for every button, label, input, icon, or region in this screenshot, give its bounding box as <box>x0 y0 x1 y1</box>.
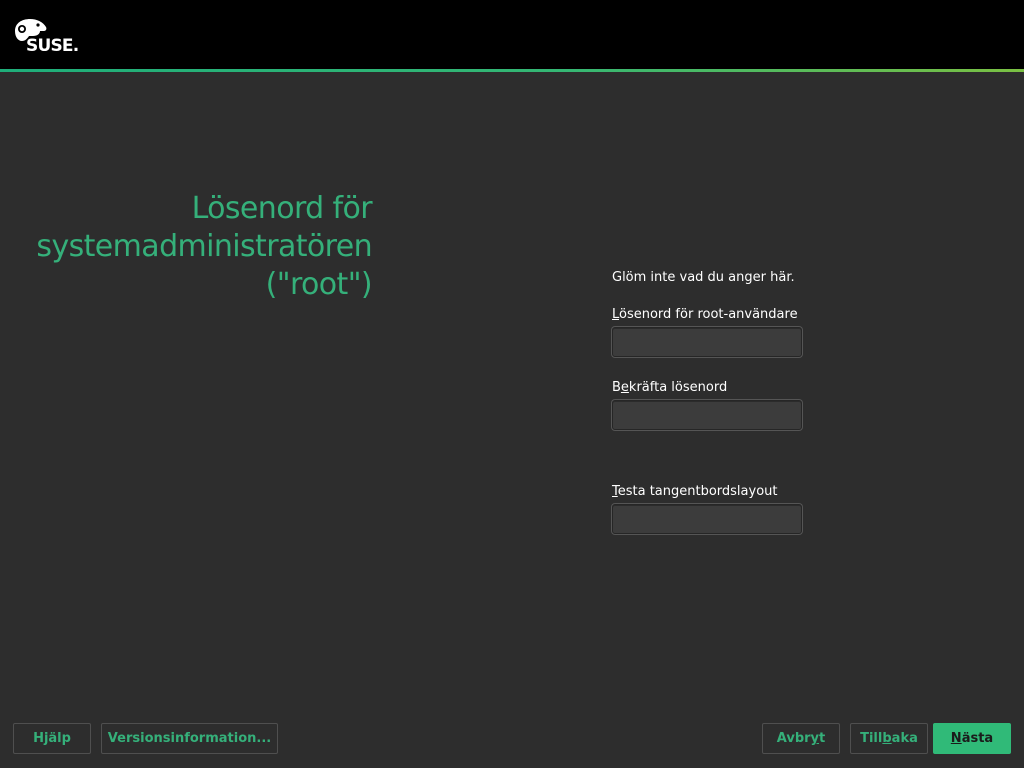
keyboard-test-label: Testa tangentbordslayout <box>612 484 778 499</box>
header-bar: SUSE. <box>0 0 1024 69</box>
next-label-mnemonic: N <box>950 731 962 746</box>
release-notes-button[interactable]: Versionsinformation... <box>101 723 278 754</box>
suse-logo: SUSE. <box>15 19 79 56</box>
abort-button[interactable]: Avbr y t <box>762 723 840 754</box>
back-label-mnemonic: b <box>882 731 892 746</box>
back-label-pre: Till <box>860 731 883 746</box>
password-label: Lösenord för root-användare <box>612 307 798 322</box>
back-button[interactable]: Till b aka <box>850 723 928 754</box>
info-text: Glöm inte vad du anger här. <box>612 270 795 285</box>
header-accent-line <box>0 69 1024 72</box>
next-label-post: ästa <box>961 731 994 746</box>
password-label-mnemonic: L <box>612 307 620 322</box>
password-input[interactable] <box>612 327 802 357</box>
confirm-password-label: Bekräfta lösenord <box>612 380 727 395</box>
logo-wordmark: SUSE. <box>26 36 78 56</box>
back-label-post: aka <box>891 731 918 746</box>
confirm-label-prefix: B <box>612 380 621 395</box>
page-title: Lösenord för systemadministratören ("roo… <box>36 191 372 302</box>
abort-label-mnemonic: y <box>810 731 820 746</box>
next-button[interactable]: Nästa <box>933 723 1011 754</box>
password-label-text: ösenord för root-användare <box>619 307 798 322</box>
help-button[interactable]: Hjälp <box>13 723 91 754</box>
abort-label-pre: Avbr <box>776 731 811 746</box>
keyboard-test-input[interactable] <box>612 504 802 534</box>
confirm-label-mnemonic: e <box>620 380 629 395</box>
abort-label-post: t <box>819 731 826 746</box>
confirm-label-text: kräfta lösenord <box>628 380 728 395</box>
confirm-password-input[interactable] <box>612 400 802 430</box>
keyboard-test-label-text: esta tangentbordslayout <box>617 484 778 499</box>
